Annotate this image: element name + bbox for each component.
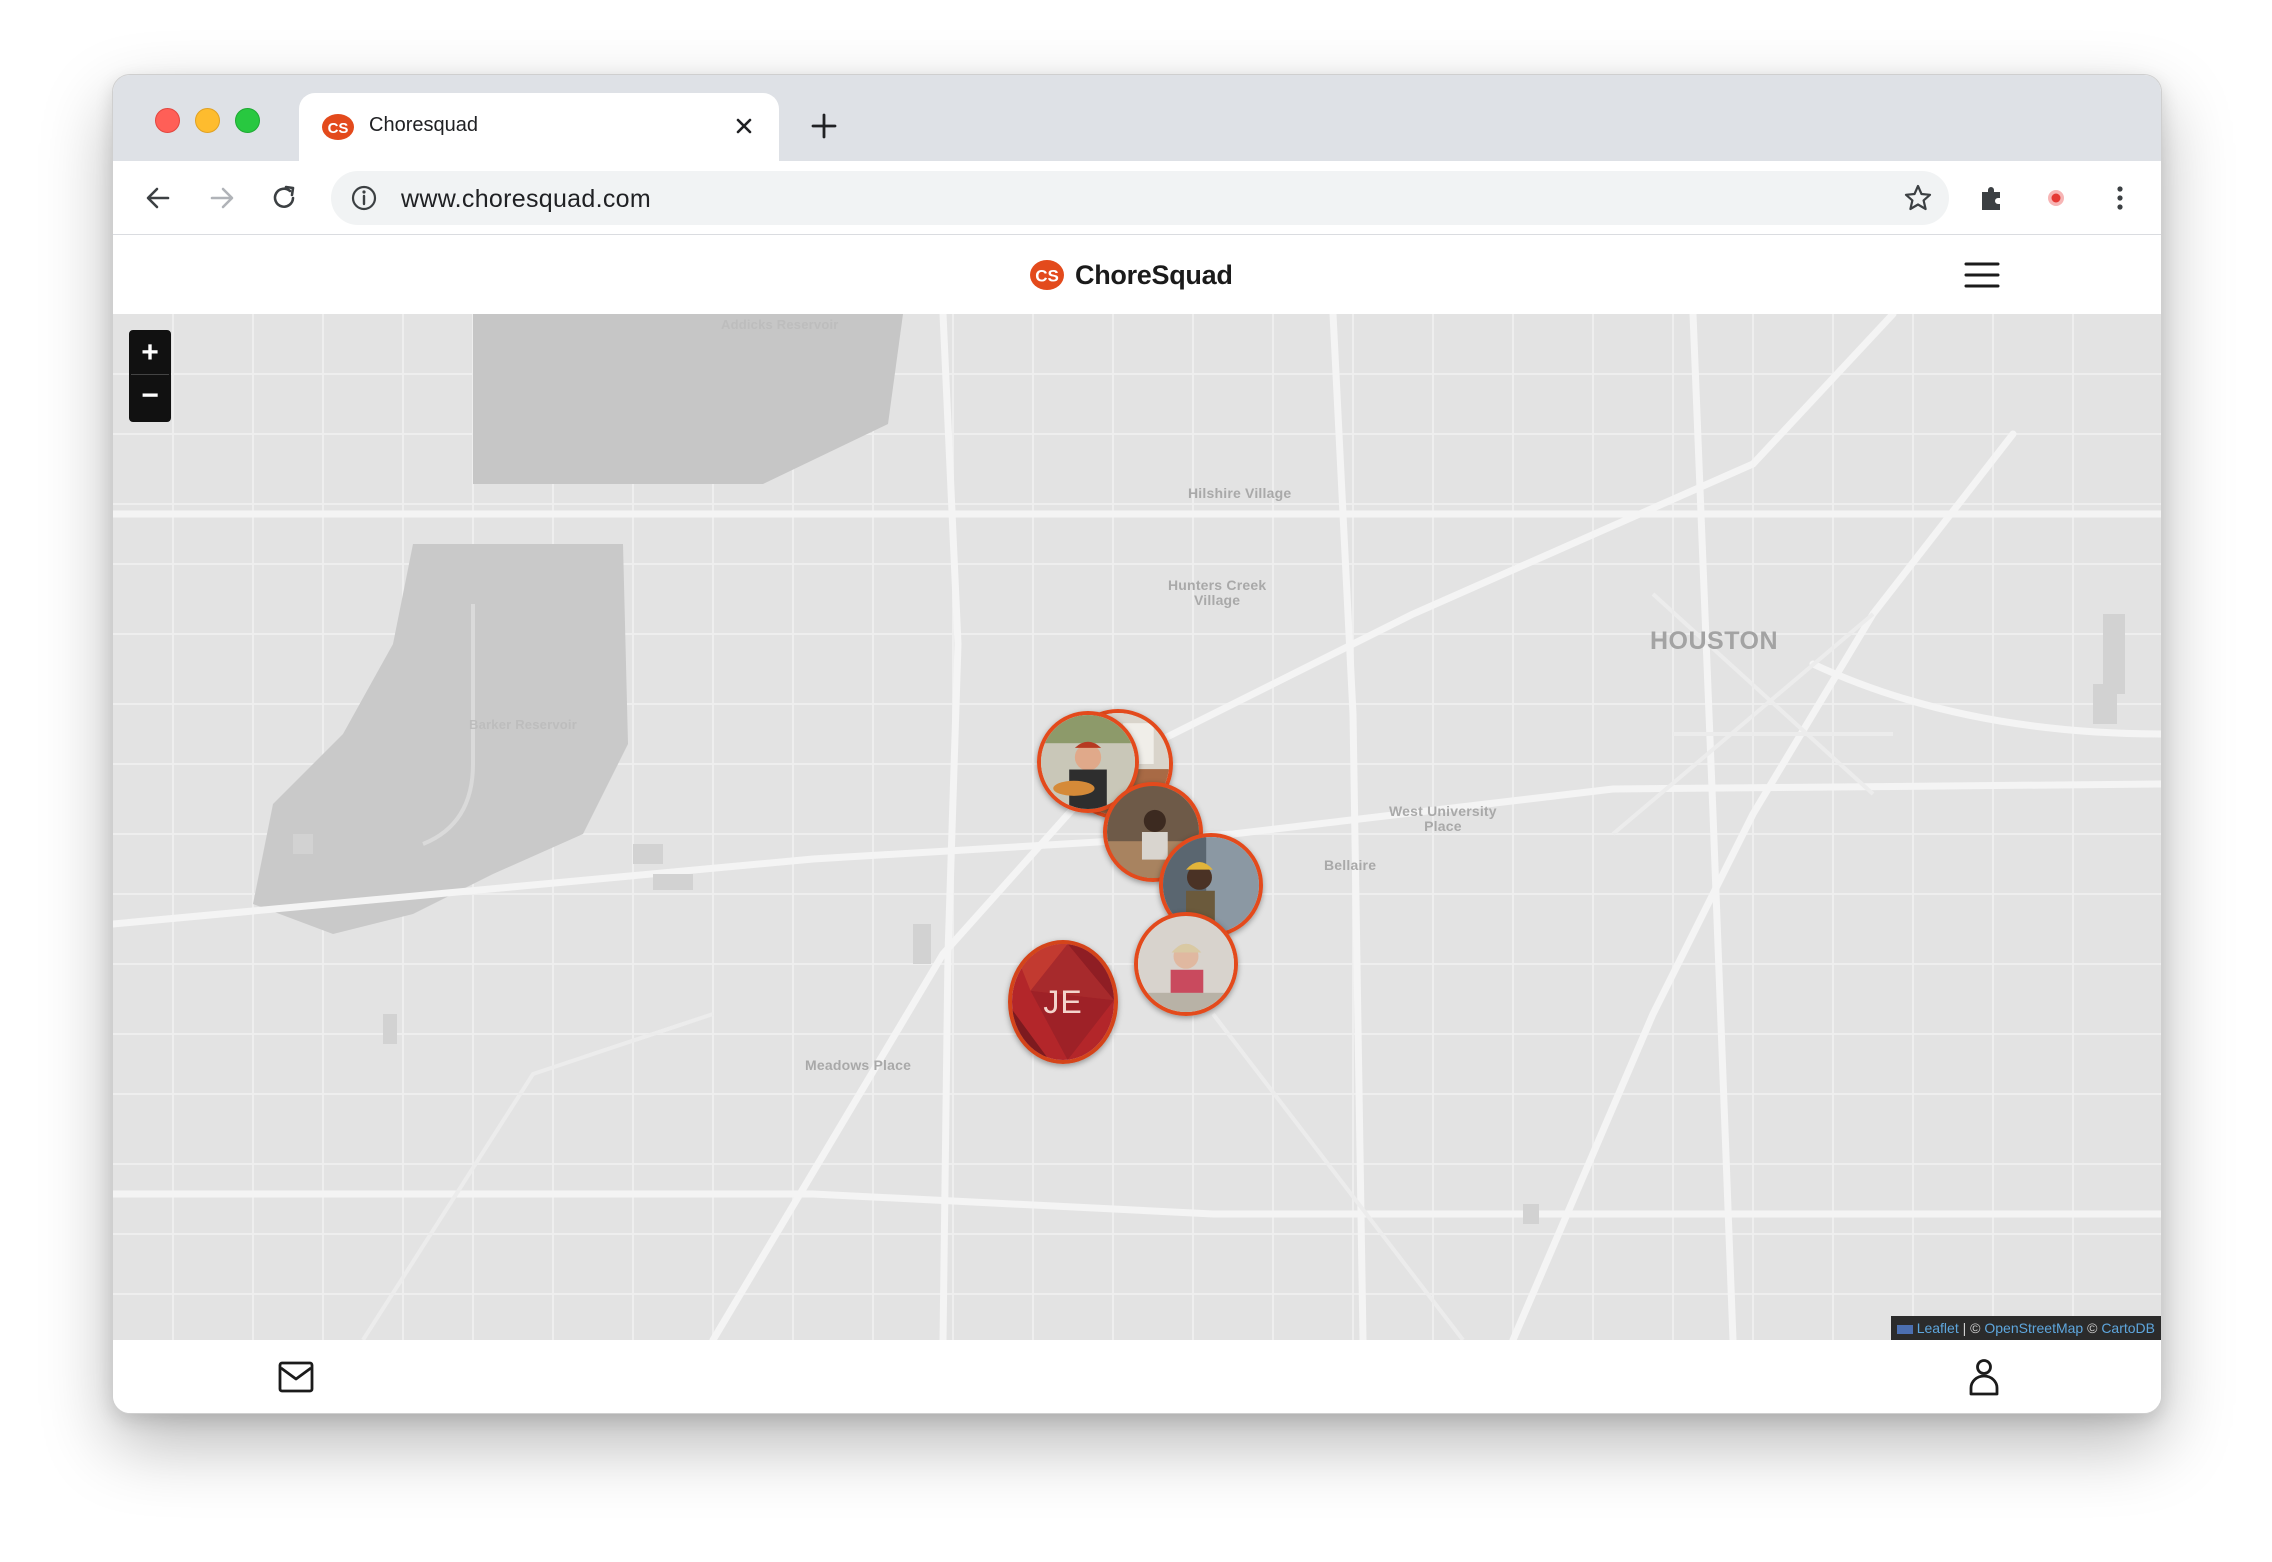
map-view[interactable]: Addicks Reservoir Hilshire Village Hunte… <box>113 314 2161 1340</box>
cartodb-link[interactable]: CartoDB <box>2101 1320 2155 1336</box>
extension-record-icon[interactable] <box>2039 181 2073 215</box>
close-tab-icon[interactable] <box>727 109 761 143</box>
place-label-bellaire: Bellaire <box>1324 857 1377 873</box>
worker-marker-crafts[interactable] <box>1134 912 1238 1016</box>
svg-text:CS: CS <box>328 120 349 137</box>
map-attribution: Leaflet | © OpenStreetMap © CartoDB <box>1890 1316 2161 1340</box>
tab-title: Choresquad <box>369 114 478 136</box>
zoom-out-button[interactable]: − <box>131 375 169 418</box>
place-label-hunters-creek-village: Hunters Creek Village <box>1168 577 1267 608</box>
profile-person-icon[interactable] <box>1965 1357 2003 1397</box>
zoom-in-button[interactable]: + <box>131 332 169 375</box>
tab-choresquad[interactable]: CS Choresquad <box>299 93 779 161</box>
place-label-hilshire-village: Hilshire Village <box>1188 485 1292 501</box>
place-label-west-university-place: West University Place <box>1389 803 1497 834</box>
choresquad-favicon-icon: CS <box>322 114 354 140</box>
svg-text:CS: CS <box>1035 267 1059 286</box>
close-window-button[interactable] <box>155 108 180 133</box>
browser-toolbar: www.choresquad.com <box>113 161 2161 235</box>
minimize-window-button[interactable] <box>195 108 220 133</box>
messages-envelope-icon[interactable] <box>277 1357 315 1397</box>
reload-icon[interactable] <box>267 181 301 215</box>
openstreetmap-link[interactable]: OpenStreetMap <box>1984 1320 2083 1336</box>
browser-window: CS Choresquad www.choresquad.com CS Chor… <box>112 74 2162 1414</box>
choresquad-logo-icon: CS <box>1030 260 1064 290</box>
address-bar[interactable]: www.choresquad.com <box>331 171 1949 225</box>
place-label-houston: HOUSTON <box>1650 627 1779 655</box>
user-initials: JE <box>1043 983 1083 1020</box>
new-tab-icon[interactable] <box>807 109 841 143</box>
maximize-window-button[interactable] <box>235 108 260 133</box>
place-label-barker-reservoir: Barker Reservoir <box>469 717 577 732</box>
brand-name: ChoreSquad <box>1075 259 1233 290</box>
bottom-navigation <box>113 1340 2161 1413</box>
ukraine-flag-icon <box>1896 1324 1913 1334</box>
zoom-control: + − <box>129 330 171 422</box>
current-user-marker[interactable]: JE <box>1008 940 1118 1064</box>
desktop-background: CS Choresquad www.choresquad.com CS Chor… <box>0 0 2272 1562</box>
back-icon[interactable] <box>141 181 175 215</box>
forward-icon[interactable] <box>205 181 239 215</box>
hamburger-menu-icon[interactable] <box>1963 257 2001 293</box>
brand-logo-link[interactable]: CS ChoreSquad <box>1029 257 1233 293</box>
browser-menu-icon[interactable] <box>2103 181 2137 215</box>
extensions-puzzle-icon[interactable] <box>1975 181 2009 215</box>
worker-photo-crafts <box>1138 916 1234 1012</box>
site-info-icon[interactable] <box>349 183 379 213</box>
url-text: www.choresquad.com <box>401 185 651 213</box>
bookmark-star-icon[interactable] <box>1901 181 1935 215</box>
place-label-addicks-reservoir: Addicks Reservoir <box>721 317 839 332</box>
place-label-meadows-place: Meadows Place <box>805 1057 912 1073</box>
leaflet-link[interactable]: Leaflet <box>1917 1320 1959 1336</box>
tab-strip: CS Choresquad <box>113 75 2161 161</box>
app-header: CS ChoreSquad <box>113 235 2161 314</box>
